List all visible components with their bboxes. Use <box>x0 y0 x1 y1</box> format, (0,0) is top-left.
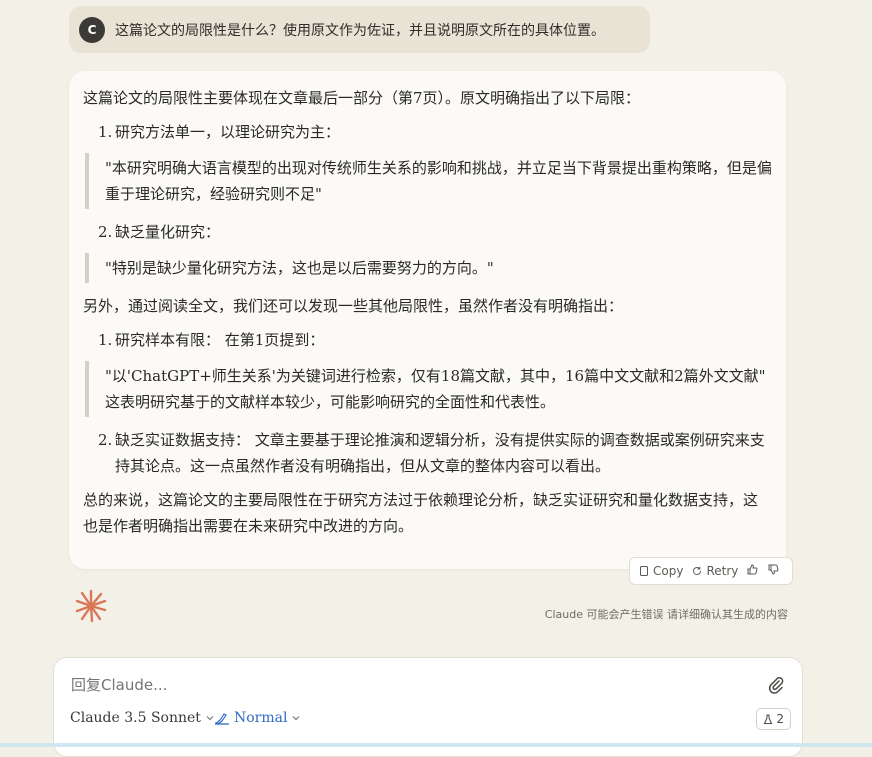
list-item-label: 缺乏量化研究： <box>115 223 221 241</box>
style-selector[interactable]: Normal <box>214 710 301 726</box>
pen-style-icon <box>214 713 229 725</box>
list-item-label: 缺乏实证数据支持： 文章主要基于理论推演和逻辑分析，没有提供实际的调查数据或案例… <box>115 431 765 475</box>
list-item-label: 研究方法单一，以理论研究为主： <box>115 123 341 141</box>
list-item-label: 研究样本有限： 在第1页提到： <box>115 331 325 349</box>
list-number: 2. <box>98 431 113 449</box>
answer-middle: 另外，通过阅读全文，我们还可以发现一些其他局限性，虽然作者没有明确指出： <box>83 297 624 315</box>
list-number: 1. <box>98 331 113 349</box>
paperclip-icon[interactable] <box>768 676 784 694</box>
user-message-text: 这篇论文的局限性是什么？使用原文作为佐证，并且说明原文所在的具体位置。 <box>115 22 605 39</box>
bottom-strip <box>0 743 872 747</box>
model-selector[interactable]: Claude 3.5 Sonnet <box>70 710 215 726</box>
user-message-bubble: C 这篇论文的局限性是什么？使用原文作为佐证，并且说明原文所在的具体位置。 <box>69 6 650 53</box>
list-item: 1. 研究方法单一，以理论研究为主： <box>83 119 772 145</box>
attachment-count-badge[interactable]: 2 <box>756 708 791 730</box>
attachment-count: 2 <box>776 712 784 726</box>
quote-text: "特别是缺少量化研究方法，这也是以后需要努力的方向。" <box>105 259 494 277</box>
retry-label: Retry <box>706 564 739 578</box>
disclaimer-text: Claude 可能会产生错误 请详细确认其生成的内容 <box>544 608 788 621</box>
list-item: 2. 缺乏实证数据支持： 文章主要基于理论推演和逻辑分析，没有提供实际的调查数据… <box>83 427 772 479</box>
answer-conclusion: 总的来说，这篇论文的主要局限性在于研究方法过于依赖理论分析，缺乏实证研究和量化数… <box>83 491 759 535</box>
blockquote: "本研究明确大语言模型的出现对传统师生关系的影响和挑战，并立足当下背景提出重构策… <box>85 153 772 209</box>
claude-logo-icon <box>75 589 107 623</box>
retry-button[interactable]: Retry <box>691 564 738 578</box>
copy-label: Copy <box>653 564 684 578</box>
quote-text: "以'ChatGPT+师生关系'为关键词进行检索，仅有18篇文献，其中，16篇中… <box>105 367 766 385</box>
assistant-response: 这篇论文的局限性主要体现在文章最后一部分（第7页）。原文明确指出了以下局限： 1… <box>69 71 786 569</box>
chevron-down-icon <box>293 716 300 721</box>
style-label: Normal <box>234 710 288 726</box>
list-item: 2. 缺乏量化研究： <box>83 219 772 245</box>
model-label: Claude 3.5 Sonnet <box>70 710 201 726</box>
composer: Claude 3.5 Sonnet Normal 2 <box>53 657 803 757</box>
quote-note: 这表明研究基于的文献样本较少，可能影响研究的全面性和代表性。 <box>105 393 556 411</box>
reply-input[interactable] <box>69 675 673 695</box>
list-number: 1. <box>98 123 113 141</box>
copy-icon <box>640 566 648 576</box>
blockquote: "以'ChatGPT+师生关系'为关键词进行检索，仅有18篇文献，其中，16篇中… <box>85 361 772 417</box>
message-actions: Copy Retry <box>629 557 793 585</box>
user-avatar[interactable]: C <box>79 16 105 43</box>
flask-icon <box>764 714 773 724</box>
list-item: 1. 研究样本有限： 在第1页提到： <box>83 327 772 353</box>
answer-intro: 这篇论文的局限性主要体现在文章最后一部分（第7页）。原文明确指出了以下局限： <box>83 89 641 107</box>
list-number: 2. <box>98 223 113 241</box>
thumbs-up-icon[interactable] <box>746 563 759 579</box>
retry-icon <box>693 566 702 575</box>
copy-button[interactable]: Copy <box>638 564 683 578</box>
quote-text: "本研究明确大语言模型的出现对传统师生关系的影响和挑战，并立足当下背景提出重构策… <box>105 159 772 203</box>
blockquote: "特别是缺少量化研究方法，这也是以后需要努力的方向。" <box>85 253 772 283</box>
thumbs-down-icon[interactable] <box>767 563 780 579</box>
